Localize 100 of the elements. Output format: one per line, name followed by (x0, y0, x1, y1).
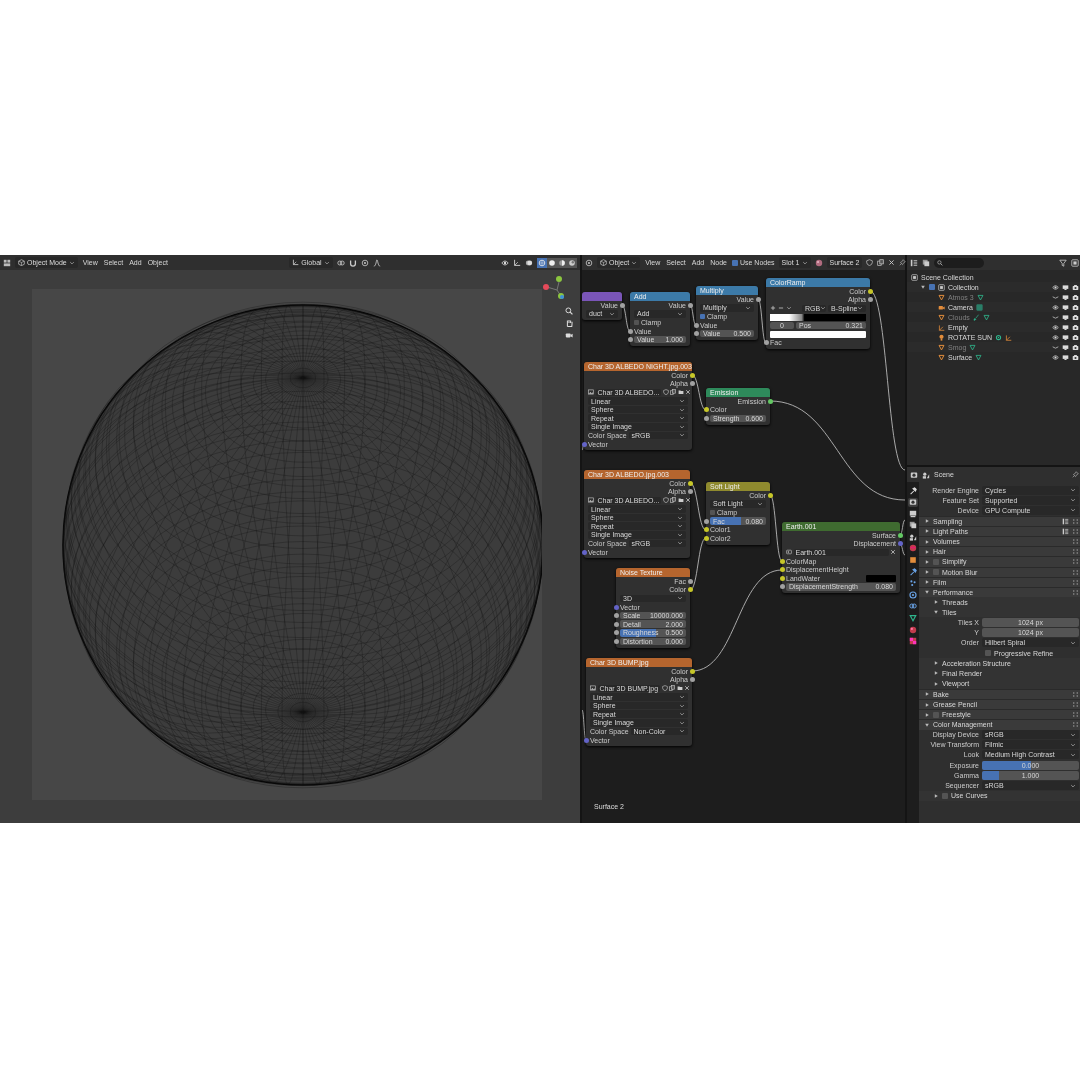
drag-handle-icon[interactable] (1072, 701, 1079, 709)
checkbox[interactable] (731, 259, 738, 266)
drag-handle-icon[interactable] (1072, 568, 1079, 576)
monitor-icon[interactable] (1062, 303, 1069, 311)
close-icon[interactable] (684, 685, 691, 692)
shield-icon[interactable] (662, 389, 669, 396)
camera-icon[interactable] (565, 331, 573, 339)
wrench-tab-icon[interactable] (908, 567, 918, 577)
socket-dot[interactable] (619, 302, 625, 308)
eye-icon[interactable] (1052, 283, 1059, 291)
socket-dot[interactable] (689, 677, 695, 683)
socket-dot[interactable] (767, 492, 773, 498)
socket-dot[interactable] (779, 558, 785, 564)
camera-icon[interactable] (1072, 283, 1079, 291)
socket-dot[interactable] (693, 322, 699, 328)
close-icon[interactable] (890, 549, 896, 556)
gizmo-toggle-icon[interactable] (513, 258, 521, 267)
orbit-tab-icon[interactable] (908, 590, 918, 600)
pivot-icon[interactable] (336, 258, 345, 267)
disclosure-triangle-icon[interactable] (924, 711, 930, 718)
disclosure-triangle-icon[interactable] (933, 599, 939, 606)
socket-dot[interactable] (582, 549, 587, 555)
socket-dot[interactable] (627, 337, 633, 343)
editor-type-icon[interactable] (585, 258, 593, 267)
socket-dot[interactable] (689, 668, 695, 674)
checkbox[interactable] (634, 320, 639, 325)
drag-handle-icon[interactable] (1072, 538, 1079, 546)
drag-handle-icon[interactable] (1072, 588, 1079, 596)
socket-dot[interactable] (703, 416, 709, 421)
disclosure-triangle-icon[interactable] (924, 538, 930, 545)
eye-icon[interactable] (1052, 333, 1059, 341)
shield-icon[interactable] (661, 685, 668, 692)
drag-handle-icon[interactable] (1072, 558, 1079, 566)
socket-dot[interactable] (703, 527, 709, 533)
editor-type-icon[interactable] (910, 470, 918, 479)
socket-dot[interactable] (755, 296, 761, 302)
socket-dot[interactable] (613, 613, 619, 619)
color-swatch[interactable] (770, 331, 866, 338)
disclosure-triangle-icon[interactable] (924, 721, 930, 728)
socket-dot[interactable] (779, 567, 785, 573)
copy-icon[interactable] (669, 685, 676, 692)
disclosure-triangle-icon[interactable] (924, 569, 930, 576)
printer-tab-icon[interactable] (908, 509, 918, 519)
node-header-bar[interactable] (582, 292, 622, 301)
pin-icon[interactable] (1072, 471, 1079, 478)
drag-handle-icon[interactable] (1072, 721, 1079, 729)
monitor-icon[interactable] (1062, 283, 1069, 291)
shading-mode-button[interactable] (547, 257, 557, 268)
socket-dot[interactable] (703, 535, 709, 541)
socket-dot[interactable] (867, 297, 873, 303)
wrench-tab-icon[interactable] (908, 486, 918, 495)
material-sphere-icon[interactable] (814, 258, 823, 267)
socket-dot[interactable] (703, 518, 709, 524)
copy-icon[interactable] (670, 497, 677, 504)
drag-handle-icon[interactable] (1072, 517, 1079, 525)
editor-type-icon[interactable] (910, 258, 918, 267)
checkbox[interactable] (929, 284, 935, 290)
copy-icon[interactable] (877, 259, 885, 266)
drag-handle-icon[interactable] (1072, 690, 1079, 698)
checkbox[interactable] (985, 650, 991, 657)
drag-handle-icon[interactable] (1072, 711, 1079, 719)
checkbox[interactable] (700, 314, 705, 319)
socket-dot[interactable] (627, 328, 633, 334)
proportional-edit-icon[interactable] (360, 258, 369, 267)
socket-dot[interactable] (582, 441, 587, 447)
plus-icon[interactable] (770, 305, 776, 312)
socket-dot[interactable] (867, 288, 873, 294)
socket-dot[interactable] (897, 532, 903, 538)
image-icon[interactable] (590, 685, 596, 692)
dots-tab-icon[interactable] (908, 578, 918, 588)
rings-tab-icon[interactable] (908, 601, 918, 611)
eye-icon[interactable] (1052, 323, 1059, 331)
shading-mode-button[interactable] (557, 257, 567, 268)
overlay-icon[interactable] (525, 258, 533, 267)
monitor-icon[interactable] (1062, 293, 1069, 301)
camera-icon[interactable] (1072, 313, 1079, 321)
filter-icon[interactable] (1059, 258, 1067, 267)
checkbox[interactable] (933, 569, 939, 576)
camera-icon[interactable] (1072, 333, 1079, 341)
socket-dot[interactable] (763, 340, 769, 346)
caret-icon[interactable] (786, 305, 792, 312)
socket-dot[interactable] (613, 630, 619, 636)
checkbox[interactable] (933, 558, 939, 565)
shading-mode-button[interactable] (537, 257, 547, 268)
disclosure-triangle-icon[interactable] (920, 284, 926, 290)
drag-handle-icon[interactable] (1072, 548, 1079, 556)
disclosure-triangle-icon[interactable] (933, 792, 939, 799)
monitor-icon[interactable] (1062, 323, 1069, 331)
square-tab-icon[interactable] (908, 555, 918, 565)
snap-icon[interactable] (348, 258, 357, 267)
socket-dot[interactable] (689, 372, 695, 378)
monitor-icon[interactable] (1062, 353, 1069, 361)
disclosure-triangle-icon[interactable] (924, 701, 930, 708)
editor-type-icon[interactable] (3, 258, 11, 267)
camera-back-tab-icon[interactable] (908, 497, 918, 507)
disclosure-triangle-icon[interactable] (924, 579, 930, 586)
shield-icon[interactable] (866, 259, 874, 266)
drag-handle-icon[interactable] (1072, 527, 1079, 535)
presets-icon[interactable] (1062, 527, 1069, 535)
sphere-tab-icon[interactable] (908, 625, 918, 635)
